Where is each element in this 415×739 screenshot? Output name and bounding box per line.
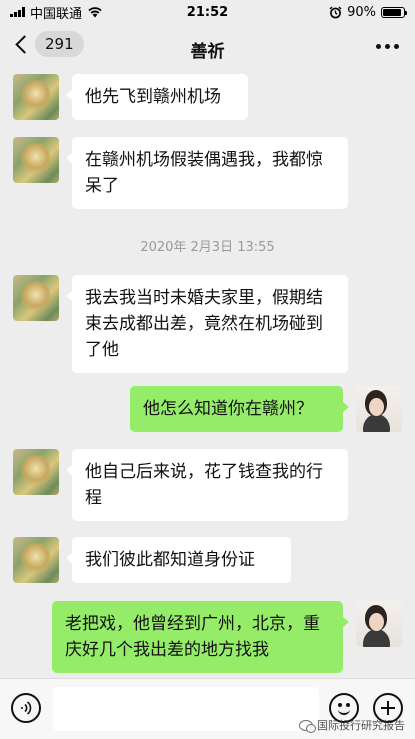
message-bubble-incoming[interactable]: 在赣州机场假装偶遇我，我都惊呆了 [66,137,348,209]
more-dot [394,44,399,49]
contact-avatar[interactable] [13,74,59,120]
contact-avatar[interactable] [13,537,59,583]
alarm-icon [329,6,342,18]
battery-icon [381,6,407,18]
signal-icon [10,7,25,17]
my-avatar[interactable] [356,601,402,647]
carrier-name: 中国联通 [30,6,83,22]
emoji-mouth [338,709,350,715]
back-button[interactable]: 291 [12,31,84,57]
contact-avatar[interactable] [13,449,59,495]
more-dot [385,44,390,49]
nav-bar: 291 善祈 [0,24,415,70]
status-bar: 中国联通 21:52 90% [0,0,415,24]
emoji-eye [338,703,342,707]
voice-input-button[interactable] [11,693,41,723]
unread-count-badge: 291 [35,31,84,57]
chevron-left-icon [15,34,34,54]
message-timestamp: 2020年 2月3日 13:55 [140,240,275,255]
message-bubble-incoming[interactable]: 他先飞到赣州机场 [66,74,248,120]
wechat-logo-icon [299,719,316,733]
message-bubble-outgoing[interactable]: 老把戏，他曾经到广州，北京，重庆好几个我出差的地方找我 [52,601,349,673]
my-avatar[interactable] [356,386,402,432]
watermark-text: 国际投行研究报告 [317,719,405,732]
wifi-icon [88,7,102,18]
contact-avatar[interactable] [13,275,59,321]
status-left: 中国联通 [10,3,103,22]
emoji-eye [346,703,350,707]
message-bubble-incoming[interactable]: 他自己后来说，花了钱查我的行程 [66,449,348,521]
contact-avatar[interactable] [13,137,59,183]
watermark: 国际投行研究报告 [299,717,405,733]
message-bubble-outgoing[interactable]: 他怎么知道你在赣州？ [130,386,349,432]
message-bubble-incoming[interactable]: 我们彼此都知道身份证 [66,537,291,583]
more-dot [376,44,381,49]
chat-area[interactable]: 他先飞到赣州机场 在赣州机场假装偶遇我，我都惊呆了 2020年 2月3日 13:… [0,70,415,678]
message-input[interactable] [53,687,319,731]
battery-percent: 90% [347,4,376,20]
message-bubble-incoming[interactable]: 我去我当时未婚夫家里，假期结束去成都出差，竟然在机场碰到了他 [66,275,348,373]
battery-fill [383,8,401,16]
status-right: 90% [329,4,407,20]
voice-icon [21,701,32,715]
more-button[interactable] [376,44,399,49]
